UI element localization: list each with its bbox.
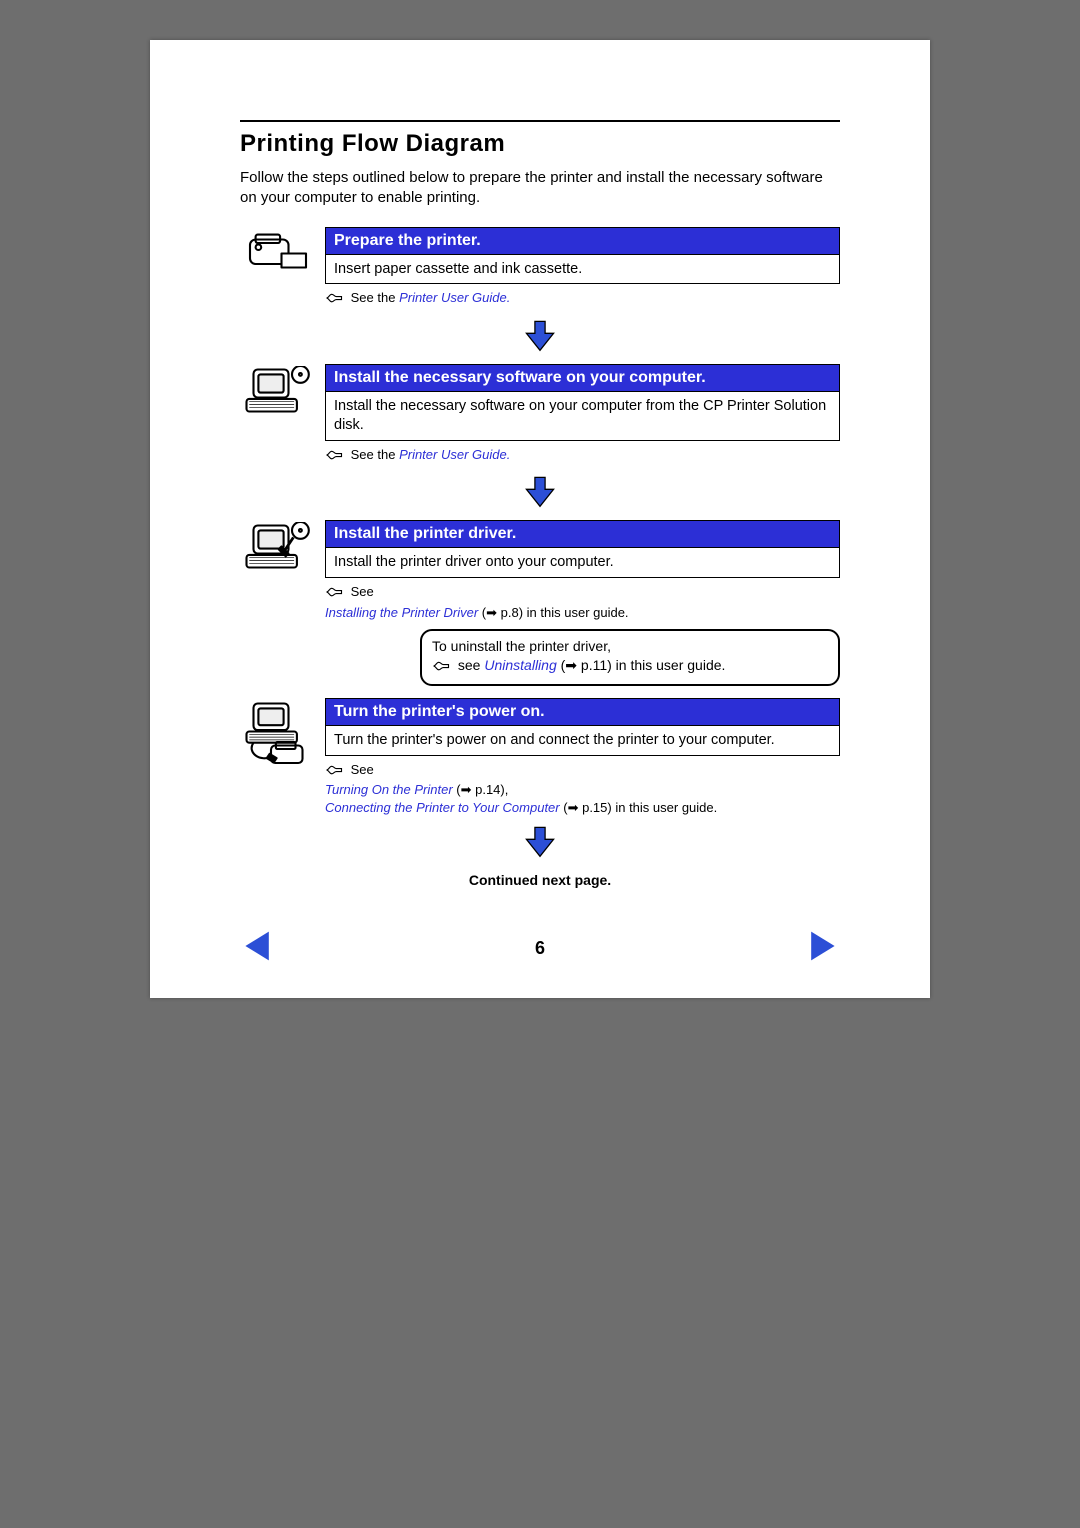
see-link-uninstalling[interactable]: Uninstalling — [484, 657, 556, 673]
down-arrow-icon — [240, 824, 840, 862]
step-install-software: Install the necessary software on your c… — [240, 364, 840, 466]
pointing-hand-icon — [325, 291, 343, 310]
pointing-hand-icon — [325, 585, 343, 604]
see-tail: in this user guide. — [615, 800, 717, 815]
page-ref: (➡ p.15) — [563, 800, 611, 815]
page-number: 6 — [535, 938, 545, 959]
page-ref: (➡ p.8) — [482, 605, 523, 620]
step-header: Turn the printer's power on. — [325, 698, 840, 725]
step-header: Install the printer driver. — [325, 520, 840, 547]
see-link-turning-on[interactable]: Turning On the Printer — [325, 782, 453, 797]
page-title: Printing Flow Diagram — [240, 130, 840, 158]
down-arrow-icon — [240, 474, 840, 512]
see-text: See — [351, 584, 374, 599]
continued-next-page: Continued next page. — [240, 872, 840, 888]
document-page: Printing Flow Diagram Follow the steps o… — [150, 40, 930, 998]
sep: , — [505, 782, 509, 797]
see-link-installing-driver[interactable]: Installing the Printer Driver — [325, 605, 478, 620]
computer-printer-icon — [240, 698, 315, 767]
tip-line1: To uninstall the printer driver, — [432, 637, 828, 656]
pointing-hand-icon — [325, 448, 343, 467]
pointing-hand-icon — [325, 763, 343, 782]
see-text: See the — [351, 290, 399, 305]
tip-tail: in this user guide. — [616, 657, 726, 673]
see-link-connecting-printer[interactable]: Connecting the Printer to Your Computer — [325, 800, 560, 815]
step-body: Turn the printer's power on and connect … — [325, 725, 840, 756]
page-ref: (➡ p.11) — [561, 657, 612, 673]
see-link[interactable]: Printer User Guide. — [399, 290, 510, 305]
uninstall-tip-box: To uninstall the printer driver, see Uni… — [420, 629, 840, 686]
step-install-driver: Install the printer driver. Install the … — [240, 520, 840, 621]
tip-see: see — [458, 657, 484, 673]
page-ref: (➡ p.14) — [456, 782, 504, 797]
prev-page-button[interactable] — [240, 928, 276, 968]
computer-disc-icon — [240, 520, 315, 578]
pointing-hand-icon — [432, 659, 450, 678]
step-prepare-printer: Prepare the printer. Insert paper casset… — [240, 227, 840, 310]
see-text: See the — [351, 447, 399, 462]
see-text: See — [351, 762, 374, 777]
intro-paragraph: Follow the steps outlined below to prepa… — [240, 168, 840, 209]
step-body: Install the printer driver onto your com… — [325, 547, 840, 578]
step-body: Install the necessary software on your c… — [325, 391, 840, 441]
see-link[interactable]: Printer User Guide. — [399, 447, 510, 462]
title-rule — [240, 120, 840, 122]
step-power-on: Turn the printer's power on. Turn the pr… — [240, 698, 840, 816]
step-header: Install the necessary software on your c… — [325, 364, 840, 391]
down-arrow-icon — [240, 318, 840, 356]
page-footer: 6 — [240, 928, 840, 968]
printer-icon — [240, 227, 315, 278]
see-tail: in this user guide. — [527, 605, 629, 620]
step-header: Prepare the printer. — [325, 227, 840, 254]
computer-disc-icon — [240, 364, 315, 422]
next-page-button[interactable] — [804, 928, 840, 968]
step-body: Insert paper cassette and ink cassette. — [325, 254, 840, 285]
